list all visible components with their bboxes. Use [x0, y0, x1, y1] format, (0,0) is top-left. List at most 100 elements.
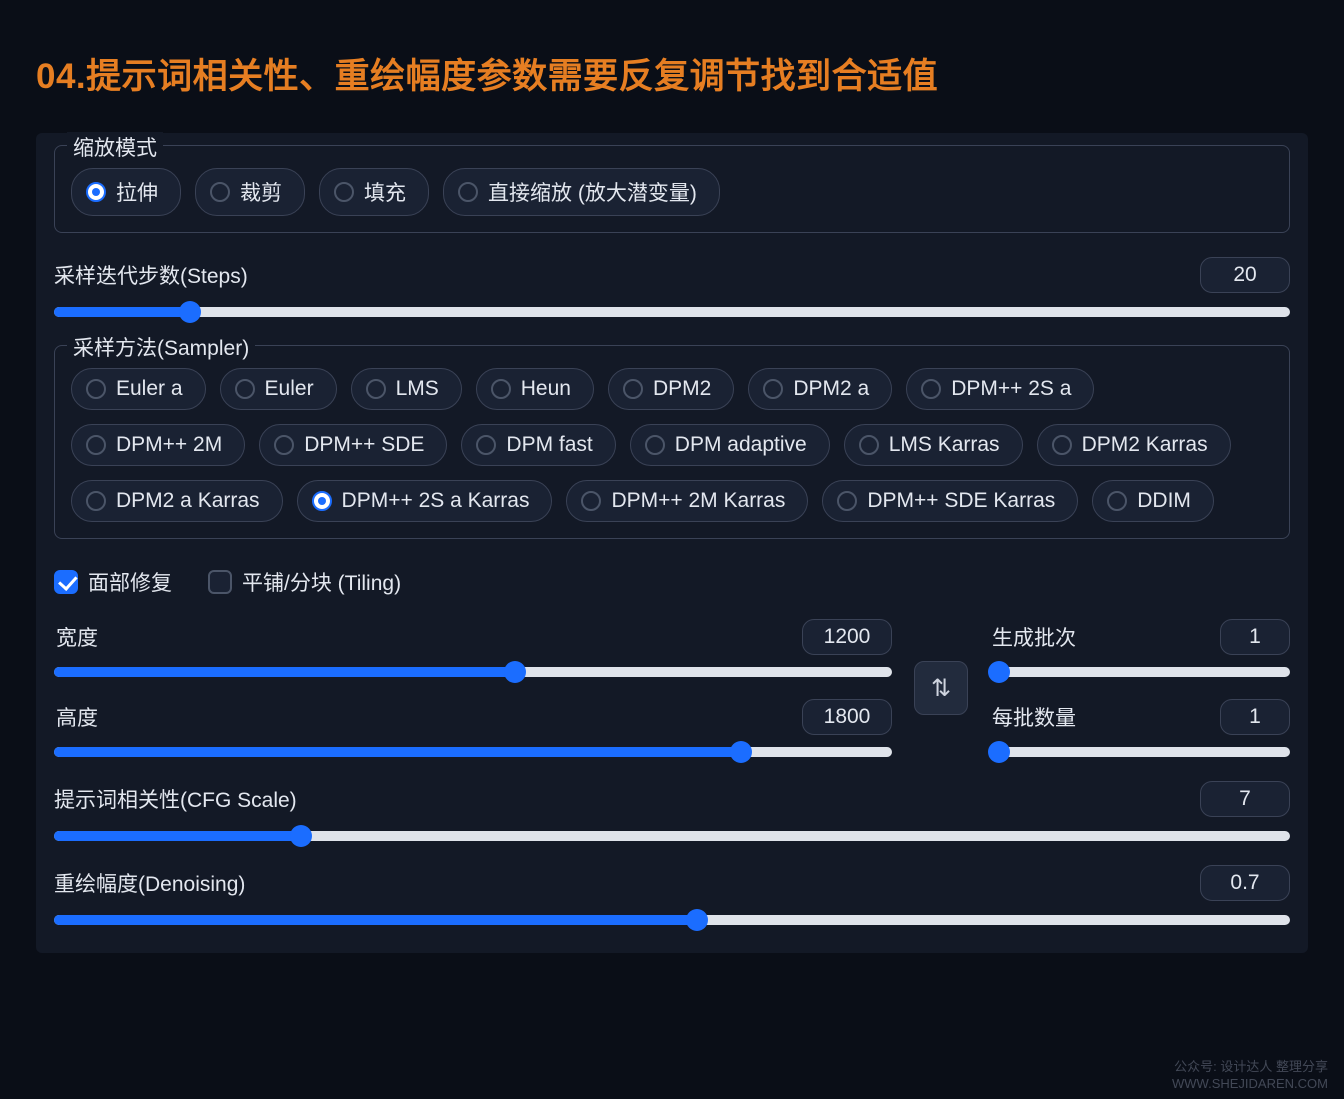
denoise-number[interactable]: 0.7 — [1200, 865, 1290, 901]
face-restore-checkbox[interactable]: 面部修复 — [54, 567, 172, 597]
sampler-option[interactable]: DPM2 a Karras — [71, 480, 283, 522]
sampler-legend: 采样方法(Sampler) — [67, 332, 255, 362]
batch-size-label: 每批数量 — [990, 702, 1076, 732]
radio-icon — [837, 491, 857, 511]
cfg-number[interactable]: 7 — [1200, 781, 1290, 817]
radio-icon — [859, 435, 879, 455]
radio-icon — [476, 435, 496, 455]
sampler-option-label: DPM2 Karras — [1082, 433, 1208, 457]
radio-icon — [274, 435, 294, 455]
sampler-option[interactable]: DPM++ 2M Karras — [566, 480, 808, 522]
sampler-option-label: Euler — [265, 377, 314, 401]
watermark-line1: 公众号: 设计达人 整理分享 — [1172, 1059, 1328, 1076]
sampler-option-label: DPM++ 2S a — [951, 377, 1071, 401]
radio-icon — [491, 379, 511, 399]
denoise-slider[interactable] — [54, 915, 1290, 925]
width-number[interactable]: 1200 — [802, 619, 892, 655]
radio-icon — [86, 182, 106, 202]
checkbox-icon — [54, 570, 78, 594]
batch-size-number[interactable]: 1 — [1220, 699, 1290, 735]
sampler-option-label: LMS — [396, 377, 439, 401]
radio-icon — [235, 379, 255, 399]
sampler-option[interactable]: Euler a — [71, 368, 206, 410]
radio-icon — [86, 379, 106, 399]
steps-slider[interactable] — [54, 307, 1290, 317]
sampler-option[interactable]: DDIM — [1092, 480, 1214, 522]
radio-icon — [210, 182, 230, 202]
radio-icon — [86, 435, 106, 455]
radio-icon — [581, 491, 601, 511]
steps-label: 采样迭代步数(Steps) — [54, 260, 248, 290]
radio-icon — [1107, 491, 1127, 511]
sampler-option-label: DPM++ SDE Karras — [867, 489, 1055, 513]
width-slider[interactable] — [54, 667, 892, 677]
radio-icon — [458, 182, 478, 202]
sampler-option[interactable]: DPM++ 2S a — [906, 368, 1094, 410]
sampler-option[interactable]: DPM++ SDE — [259, 424, 447, 466]
swap-icon: ⇅ — [931, 674, 951, 703]
sampler-option[interactable]: DPM++ SDE Karras — [822, 480, 1078, 522]
sampler-group: 采样方法(Sampler) Euler aEulerLMSHeunDPM2DPM… — [54, 345, 1290, 539]
sampler-option-label: DPM adaptive — [675, 433, 807, 457]
radio-icon — [1052, 435, 1072, 455]
sampler-option-label: LMS Karras — [889, 433, 1000, 457]
cfg-slider[interactable] — [54, 831, 1290, 841]
steps-number[interactable]: 20 — [1200, 257, 1290, 293]
sampler-option[interactable]: DPM2 a — [748, 368, 892, 410]
batch-size-slider[interactable] — [990, 747, 1290, 757]
sampler-option[interactable]: LMS Karras — [844, 424, 1023, 466]
checkbox-icon — [208, 570, 232, 594]
cfg-block: 提示词相关性(CFG Scale) 7 — [54, 781, 1290, 841]
resize-option-label: 填充 — [364, 177, 406, 207]
tiling-label: 平铺/分块 (Tiling) — [242, 567, 401, 597]
width-label: 宽度 — [54, 622, 98, 652]
swap-wh-button[interactable]: ⇅ — [914, 661, 968, 715]
batch-count-label: 生成批次 — [990, 622, 1076, 652]
steps-block: 采样迭代步数(Steps) 20 — [54, 257, 1290, 317]
radio-icon — [312, 491, 332, 511]
height-number[interactable]: 1800 — [802, 699, 892, 735]
sampler-option-label: DPM fast — [506, 433, 592, 457]
settings-panel: 缩放模式 拉伸裁剪填充直接缩放 (放大潜变量) 采样迭代步数(Steps) 20… — [36, 133, 1308, 953]
sampler-option[interactable]: Heun — [476, 368, 594, 410]
sampler-option[interactable]: DPM adaptive — [630, 424, 830, 466]
resize-option[interactable]: 裁剪 — [195, 168, 305, 216]
sampler-option[interactable]: DPM2 — [608, 368, 734, 410]
resize-option[interactable]: 直接缩放 (放大潜变量) — [443, 168, 720, 216]
sampler-option[interactable]: DPM2 Karras — [1037, 424, 1231, 466]
sampler-option-label: DPM2 a — [793, 377, 869, 401]
resize-option[interactable]: 填充 — [319, 168, 429, 216]
face-restore-label: 面部修复 — [88, 567, 172, 597]
resize-option-label: 直接缩放 (放大潜变量) — [488, 177, 697, 207]
batch-count-number[interactable]: 1 — [1220, 619, 1290, 655]
sampler-option[interactable]: DPM++ 2M — [71, 424, 245, 466]
sampler-option-label: Heun — [521, 377, 571, 401]
resize-option-label: 拉伸 — [116, 177, 158, 207]
resize-group: 缩放模式 拉伸裁剪填充直接缩放 (放大潜变量) — [54, 145, 1290, 233]
sampler-option-label: DPM2 — [653, 377, 711, 401]
denoise-block: 重绘幅度(Denoising) 0.7 — [54, 865, 1290, 925]
cfg-label: 提示词相关性(CFG Scale) — [54, 784, 297, 814]
watermark: 公众号: 设计达人 整理分享 WWW.SHEJIDAREN.COM — [1172, 1059, 1328, 1093]
radio-icon — [763, 379, 783, 399]
batch-count-slider[interactable] — [990, 667, 1290, 677]
radio-icon — [623, 379, 643, 399]
sampler-option-label: Euler a — [116, 377, 183, 401]
height-slider[interactable] — [54, 747, 892, 757]
sampler-option[interactable]: Euler — [220, 368, 337, 410]
sampler-option[interactable]: DPM++ 2S a Karras — [297, 480, 553, 522]
sampler-option[interactable]: DPM fast — [461, 424, 615, 466]
radio-icon — [921, 379, 941, 399]
sampler-option-label: DPM++ 2S a Karras — [342, 489, 530, 513]
radio-icon — [366, 379, 386, 399]
page-title: 04.提示词相关性、重绘幅度参数需要反复调节找到合适值 — [36, 48, 1308, 99]
sampler-option[interactable]: LMS — [351, 368, 462, 410]
resize-option[interactable]: 拉伸 — [71, 168, 181, 216]
radio-icon — [334, 182, 354, 202]
height-label: 高度 — [54, 702, 98, 732]
denoise-label: 重绘幅度(Denoising) — [54, 868, 245, 898]
sampler-option-label: DDIM — [1137, 489, 1191, 513]
tiling-checkbox[interactable]: 平铺/分块 (Tiling) — [208, 567, 401, 597]
watermark-line2: WWW.SHEJIDAREN.COM — [1172, 1076, 1328, 1093]
radio-icon — [645, 435, 665, 455]
